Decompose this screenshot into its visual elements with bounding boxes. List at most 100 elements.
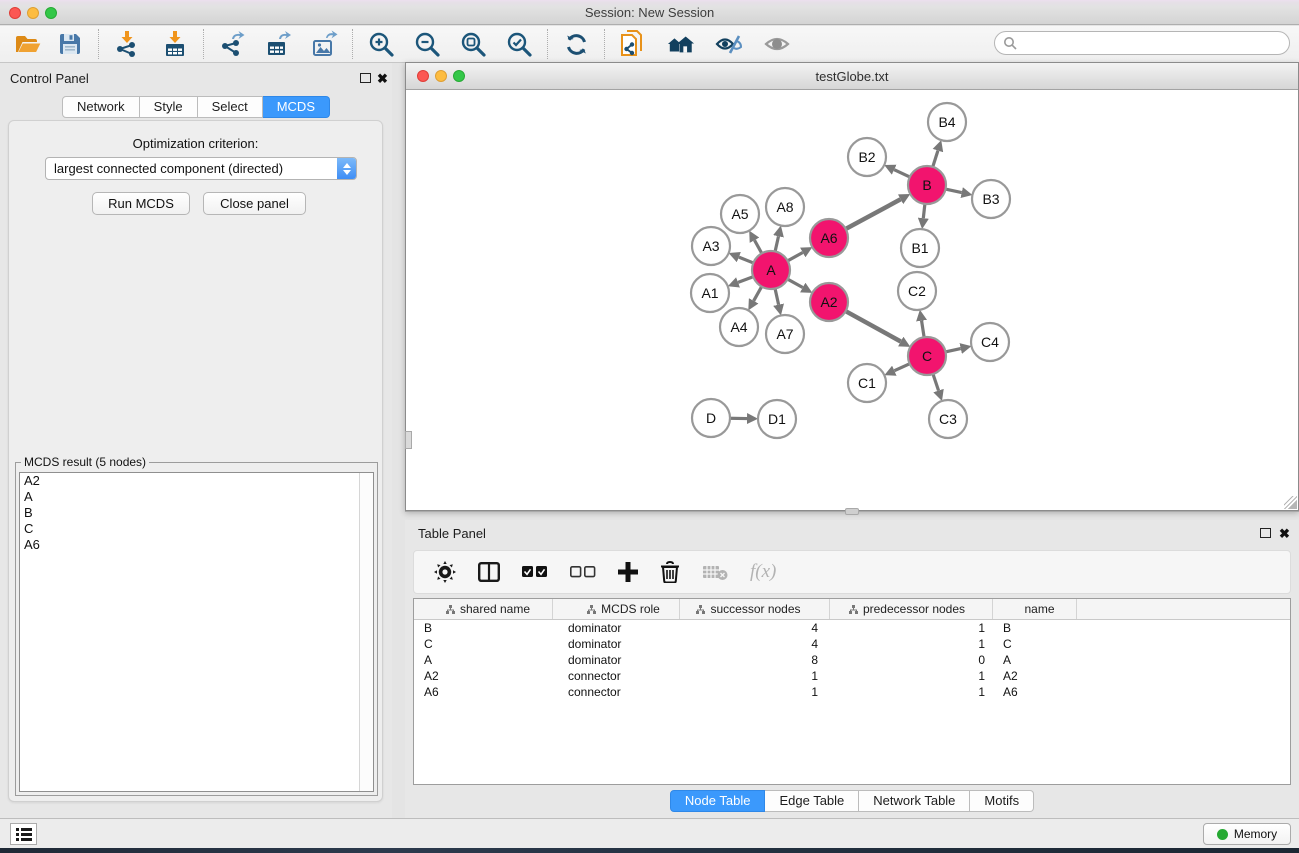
- table-row[interactable]: Cdominator41C: [414, 636, 1290, 652]
- node-table: shared name MCDS role successor nodes pr…: [413, 598, 1291, 785]
- tab-select[interactable]: Select: [198, 96, 263, 118]
- graph-node-A3[interactable]: A3: [692, 227, 730, 265]
- graph-node-A4[interactable]: A4: [720, 308, 758, 346]
- graph-node-B1[interactable]: B1: [901, 229, 939, 267]
- zoom-in-icon[interactable]: [367, 30, 395, 58]
- svg-text:A3: A3: [702, 238, 719, 254]
- node-table-header: shared name MCDS role successor nodes pr…: [414, 599, 1290, 620]
- network-canvas[interactable]: A A1 A3A5A8 A4 A7 A6 A2 B B2 B4 B3 B1 C C2 C4 C1 C3 D D1: [406, 91, 1298, 510]
- optimization-criterion-dropdown[interactable]: largest connected component (directed): [45, 157, 357, 180]
- table-row[interactable]: Bdominator41B: [414, 620, 1290, 636]
- dropdown-selected-value: largest connected component (directed): [46, 161, 337, 176]
- table-toolbar: f(x): [413, 550, 1291, 594]
- column-header-name[interactable]: name: [993, 599, 1077, 619]
- hide-show-icon[interactable]: [715, 30, 743, 58]
- export-table-icon[interactable]: [264, 30, 292, 58]
- column-header-shared-name[interactable]: shared name: [414, 599, 553, 619]
- graph-node-A6[interactable]: A6: [810, 219, 848, 257]
- memory-button[interactable]: Memory: [1203, 823, 1291, 845]
- control-panel-float-icon[interactable]: [360, 73, 371, 83]
- network-window-titlebar[interactable]: testGlobe.txt: [406, 63, 1298, 90]
- import-network-icon[interactable]: [113, 30, 141, 58]
- svg-text:A7: A7: [776, 326, 793, 342]
- column-header-mcds-role[interactable]: MCDS role: [553, 599, 680, 619]
- control-panel-close-icon[interactable]: ✖: [377, 74, 388, 84]
- column-header-successor-nodes[interactable]: successor nodes: [680, 599, 830, 619]
- add-column-icon[interactable]: [618, 562, 638, 582]
- graph-node-A7[interactable]: A7: [766, 315, 804, 353]
- save-session-icon[interactable]: [56, 30, 84, 58]
- mcds-result-title: MCDS result (5 nodes): [21, 455, 149, 469]
- table-row[interactable]: A2connector11A2: [414, 668, 1290, 684]
- tab-network-table[interactable]: Network Table: [859, 790, 970, 812]
- zoom-fit-icon[interactable]: [459, 30, 487, 58]
- eye-icon[interactable]: [763, 30, 791, 58]
- refresh-icon[interactable]: [562, 30, 590, 58]
- mcds-result-groupbox: MCDS result (5 nodes) A2 A B C A6: [15, 462, 378, 796]
- result-item[interactable]: A2: [20, 473, 373, 489]
- graph-node-C2[interactable]: C2: [898, 272, 936, 310]
- graph-node-C1[interactable]: C1: [848, 364, 886, 402]
- tab-motifs[interactable]: Motifs: [970, 790, 1034, 812]
- mcds-tab-content: Optimization criterion: largest connecte…: [8, 120, 383, 802]
- tab-style[interactable]: Style: [140, 96, 198, 118]
- tab-edge-table[interactable]: Edge Table: [765, 790, 859, 812]
- show-column-panel-icon[interactable]: [478, 562, 500, 582]
- task-history-button[interactable]: [10, 823, 37, 845]
- graph-node-B2[interactable]: B2: [848, 138, 886, 176]
- function-builder-icon[interactable]: f(x): [750, 561, 776, 583]
- result-item[interactable]: B: [20, 505, 373, 521]
- table-panel-close-icon[interactable]: ✖: [1279, 529, 1290, 539]
- svg-text:B2: B2: [858, 149, 875, 165]
- result-item[interactable]: A6: [20, 537, 373, 553]
- tab-mcds[interactable]: MCDS: [263, 96, 330, 118]
- graph-edge-A6-B[interactable]: [844, 199, 901, 230]
- close-panel-button[interactable]: Close panel: [203, 192, 306, 215]
- graph-edge-A2-C[interactable]: [844, 310, 901, 341]
- open-session-icon[interactable]: [14, 30, 42, 58]
- graph-node-D1[interactable]: D1: [758, 400, 796, 438]
- tab-network[interactable]: Network: [62, 96, 140, 118]
- graph-node-C[interactable]: C: [908, 337, 946, 375]
- export-network-icon[interactable]: [218, 30, 246, 58]
- graph-node-A[interactable]: A: [752, 251, 790, 289]
- table-settings-gear-icon[interactable]: [434, 561, 456, 583]
- zoom-selected-icon[interactable]: [505, 30, 533, 58]
- select-all-checkboxes-icon[interactable]: [522, 566, 548, 578]
- run-mcds-button[interactable]: Run MCDS: [92, 192, 190, 215]
- table-row[interactable]: A6connector11A6: [414, 684, 1290, 700]
- network-graph[interactable]: A A1 A3A5A8 A4 A7 A6 A2 B B2 B4 B3 B1 C C2 C4 C1 C3 D D1: [406, 91, 1298, 510]
- search-input[interactable]: [1017, 36, 1267, 50]
- panel-splitter-handle[interactable]: [845, 508, 859, 515]
- window-edge-handle[interactable]: [405, 431, 412, 449]
- graph-node-C4[interactable]: C4: [971, 323, 1009, 361]
- graph-node-B3[interactable]: B3: [972, 180, 1010, 218]
- column-header-predecessor-nodes[interactable]: predecessor nodes: [830, 599, 993, 619]
- graph-node-D[interactable]: D: [692, 399, 730, 437]
- table-panel-float-icon[interactable]: [1260, 528, 1271, 538]
- mcds-result-list[interactable]: A2 A B C A6: [19, 472, 374, 792]
- graph-node-A5[interactable]: A5: [721, 195, 759, 233]
- home-icon[interactable]: [667, 30, 695, 58]
- tab-node-table[interactable]: Node Table: [670, 790, 766, 812]
- delete-column-trash-icon[interactable]: [660, 561, 680, 583]
- export-image-icon[interactable]: [310, 30, 338, 58]
- zoom-out-icon[interactable]: [413, 30, 441, 58]
- network-from-document-icon[interactable]: [619, 30, 647, 58]
- graph-node-B4[interactable]: B4: [928, 103, 966, 141]
- import-table-icon[interactable]: [161, 30, 189, 58]
- graph-node-C3[interactable]: C3: [929, 400, 967, 438]
- delete-table-icon[interactable]: [702, 563, 728, 581]
- resize-grip-icon[interactable]: [1284, 496, 1297, 509]
- graph-node-A2[interactable]: A2: [810, 283, 848, 321]
- graph-node-B[interactable]: B: [908, 166, 946, 204]
- search-box[interactable]: [994, 31, 1290, 55]
- table-row[interactable]: Adominator80A: [414, 652, 1290, 668]
- graph-node-A1[interactable]: A1: [691, 274, 729, 312]
- graph-node-A8[interactable]: A8: [766, 188, 804, 226]
- deselect-all-checkboxes-icon[interactable]: [570, 566, 596, 578]
- result-item[interactable]: C: [20, 521, 373, 537]
- dropdown-stepper-icon: [337, 158, 356, 179]
- result-scrollbar[interactable]: [359, 473, 373, 791]
- result-item[interactable]: A: [20, 489, 373, 505]
